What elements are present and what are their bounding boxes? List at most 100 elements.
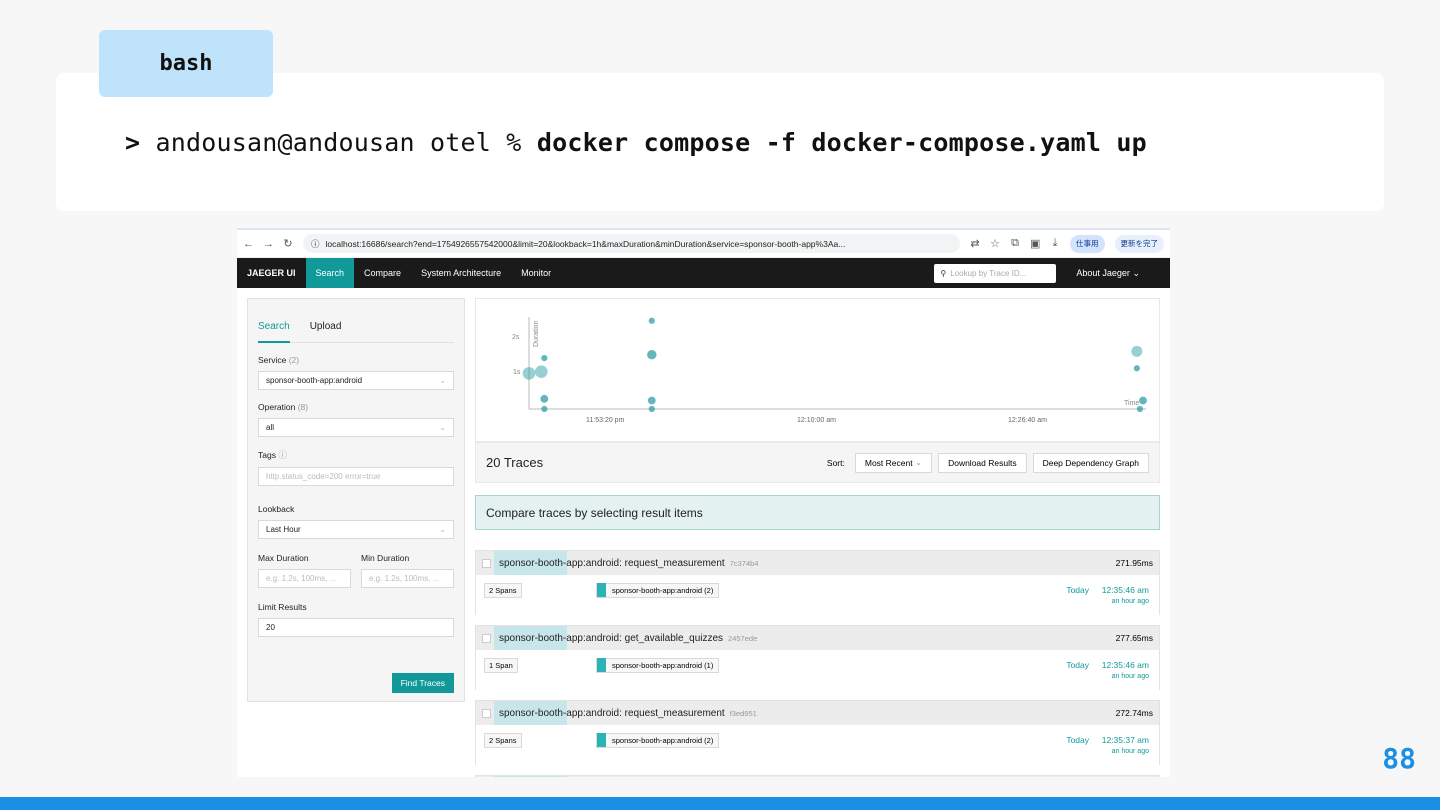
trace-point[interactable]: [1133, 365, 1140, 372]
translate-icon[interactable]: ⇄: [970, 237, 980, 250]
nav-compare[interactable]: Compare: [354, 258, 411, 288]
sort-select[interactable]: Most Recent ⌄: [854, 452, 933, 473]
trace-point[interactable]: [1136, 405, 1144, 413]
extensions-icon[interactable]: ⧉: [1010, 237, 1020, 250]
command-text: docker compose -f docker-compose.yaml up: [536, 128, 1147, 157]
split-view-icon[interactable]: ▣: [1030, 237, 1040, 250]
chevron-down-icon: ⌄: [439, 376, 446, 385]
trace-result-item[interactable]: sponsor-booth-app:android: request_measu…: [475, 550, 1160, 615]
trace-day: Today: [1066, 660, 1089, 670]
limit-results-input[interactable]: 20: [258, 618, 454, 637]
max-duration-label: Max Duration: [258, 553, 309, 563]
service-badge: sponsor-booth-app:android (2): [596, 583, 720, 598]
bookmark-star-icon[interactable]: ☆: [990, 237, 1000, 250]
scatter-svg: Duration Time 2s 1s 11:53:20 pm 12:10:00…: [512, 317, 1147, 424]
trace-name[interactable]: sponsor-booth-app:android: request_measu…: [499, 708, 725, 719]
search-tabs: Search Upload: [258, 321, 454, 343]
trace-result-item[interactable]: sponsor-booth-app:android: request_measu…: [475, 700, 1160, 765]
nav-monitor[interactable]: Monitor: [511, 258, 561, 288]
about-jaeger-menu[interactable]: About Jaeger ⌄: [1076, 268, 1140, 279]
lookback-select[interactable]: Last Hour ⌄: [258, 520, 454, 539]
jaeger-body: Search Upload Service (2) sponsor-booth-…: [237, 288, 1170, 777]
tab-search[interactable]: Search: [258, 321, 290, 343]
x-axis-label: Time: [1124, 400, 1139, 407]
compare-checkbox[interactable]: [482, 633, 491, 643]
update-chip[interactable]: 更新を完了: [1114, 234, 1164, 253]
operation-select[interactable]: all ⌄: [258, 418, 454, 437]
span-count-badge: 2 Spans: [484, 583, 522, 598]
jaeger-brand[interactable]: JAEGER UI: [237, 268, 306, 278]
service-label: Service (2): [258, 355, 300, 365]
download-results-button[interactable]: Download Results: [938, 452, 1027, 473]
y-tick-2s: 2s: [512, 334, 520, 341]
help-icon: ⓘ: [278, 450, 287, 460]
tags-input[interactable]: http.status_code=200 error=true: [258, 467, 454, 486]
url-text: localhost:16686/search?end=1754926557542…: [325, 238, 846, 249]
trace-result-item[interactable]: sponsor-booth-app:android: get_available…: [475, 625, 1160, 690]
address-bar[interactable]: ⓘ localhost:16686/search?end=17549265575…: [303, 234, 960, 253]
trace-duration: 272.74ms: [1115, 708, 1153, 718]
trace-relative-time: an hour ago: [1111, 748, 1149, 755]
min-duration-label: Min Duration: [361, 553, 410, 563]
trace-day: Today: [1066, 585, 1089, 595]
site-info-icon[interactable]: ⓘ: [311, 238, 320, 250]
chevron-down-icon: ⌄: [1132, 267, 1140, 278]
trace-point[interactable]: [1131, 345, 1143, 357]
service-badge: sponsor-booth-app:android (2): [596, 733, 720, 748]
trace-point[interactable]: [648, 405, 655, 413]
span-count-badge: 2 Spans: [484, 733, 522, 748]
chevron-down-icon: ⌄: [439, 525, 446, 534]
trace-result-item[interactable]: [475, 775, 1160, 777]
nav-search[interactable]: Search: [305, 258, 355, 288]
back-icon[interactable]: ←: [243, 238, 254, 250]
trace-relative-time: an hour ago: [1111, 673, 1149, 680]
trace-point[interactable]: [541, 405, 548, 413]
trace-id: 7c374b4: [729, 558, 759, 568]
span-count-badge: 1 Span: [484, 658, 518, 673]
download-icon[interactable]: ⤓: [1050, 237, 1060, 250]
tab-upload[interactable]: Upload: [310, 321, 342, 343]
deep-dependency-graph-button[interactable]: Deep Dependency Graph: [1032, 452, 1149, 473]
trace-header[interactable]: sponsor-booth-app:android: request_measu…: [476, 551, 1159, 575]
x-tick-1: 11:53:20 pm: [586, 417, 625, 424]
trace-point[interactable]: [522, 367, 536, 380]
prompt-symbol: >: [125, 128, 141, 157]
trace-point[interactable]: [647, 350, 657, 360]
trace-header[interactable]: sponsor-booth-app:android: request_measu…: [476, 701, 1159, 725]
nav-system-architecture[interactable]: System Architecture: [411, 258, 511, 288]
service-select[interactable]: sponsor-booth-app:android ⌄: [258, 371, 454, 390]
trace-point[interactable]: [648, 317, 655, 324]
compare-checkbox[interactable]: [482, 558, 491, 568]
trace-name[interactable]: sponsor-booth-app:android: get_available…: [499, 633, 723, 644]
trace-point[interactable]: [647, 396, 656, 405]
trace-time: 12:35:46 am: [1101, 585, 1149, 595]
trace-scatter-plot[interactable]: Duration Time 2s 1s 11:53:20 pm 12:10:00…: [475, 298, 1160, 442]
reload-icon[interactable]: ↻: [283, 237, 293, 250]
y-axis-label: Duration: [533, 320, 540, 347]
traces-count: 20 Traces: [486, 455, 544, 470]
trace-id: f3ed951: [729, 708, 757, 718]
chevron-down-icon: ⌄: [914, 457, 923, 467]
compare-banner: Compare traces by selecting result items: [475, 495, 1160, 530]
x-tick-2: 12:10:00 am: [797, 417, 836, 424]
y-tick-1s: 1s: [513, 369, 521, 376]
jaeger-topnav: JAEGER UI Search Compare System Architec…: [237, 258, 1170, 288]
search-icon: ⚲: [940, 268, 947, 278]
trace-point[interactable]: [541, 355, 548, 362]
x-tick-3: 12:26:40 am: [1008, 417, 1047, 424]
trace-header[interactable]: sponsor-booth-app:android: get_available…: [476, 626, 1159, 650]
profile-chip[interactable]: 仕事用: [1070, 234, 1105, 253]
forward-icon[interactable]: →: [263, 238, 274, 250]
page-number: 88: [1382, 742, 1416, 775]
trace-day: Today: [1066, 735, 1089, 745]
trace-point[interactable]: [1139, 396, 1147, 405]
trace-point[interactable]: [534, 365, 548, 378]
trace-point[interactable]: [540, 394, 549, 403]
min-duration-input[interactable]: e.g. 1.2s, 100ms, ...: [361, 569, 454, 588]
service-badge: sponsor-booth-app:android (1): [596, 658, 720, 673]
find-traces-button[interactable]: Find Traces: [391, 673, 454, 693]
max-duration-input[interactable]: e.g. 1.2s, 100ms, ...: [258, 569, 351, 588]
trace-name[interactable]: sponsor-booth-app:android: request_measu…: [499, 558, 725, 569]
trace-id-lookup-input[interactable]: ⚲ Lookup by Trace ID...: [934, 263, 1057, 283]
compare-checkbox[interactable]: [482, 708, 491, 718]
